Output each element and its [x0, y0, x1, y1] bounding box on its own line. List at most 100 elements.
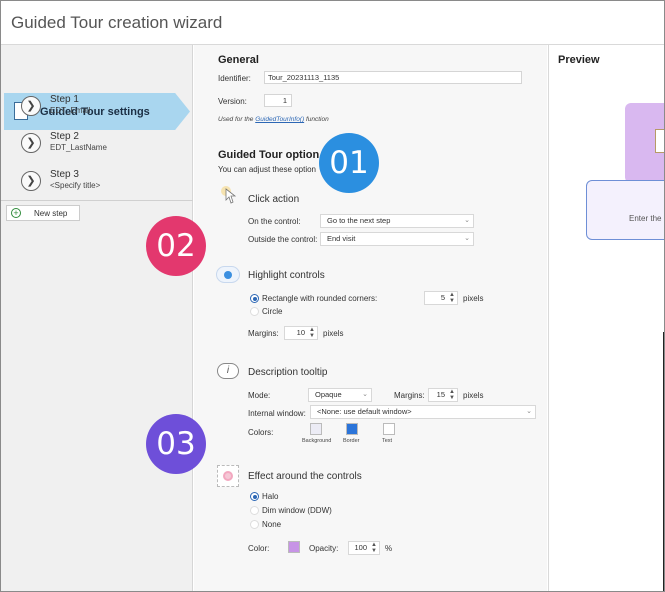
chevron-down-icon: ⌄ [464, 217, 470, 224]
chevron-down-icon: ⌄ [526, 408, 532, 415]
sidebar-item-step-3[interactable]: ❯ Step 3 <Specify title> [21, 167, 191, 197]
badge-02: 02 [146, 216, 206, 276]
tooltip-mode-value: Opaque [315, 390, 342, 399]
settings-panel: General Identifier: Tour_20231113_1135 V… [194, 45, 547, 591]
preview-tooltip-text: Enter the [629, 214, 662, 223]
halo-radio[interactable] [250, 492, 259, 501]
outside-control-label: Outside the control: [248, 235, 318, 244]
highlight-margins-spinner[interactable]: 10 ▲ ▼ [284, 326, 318, 340]
identifier-label: Identifier: [218, 74, 251, 83]
step-subtitle: <Specify title> [50, 181, 101, 190]
opacity-label: Opacity: [309, 544, 339, 553]
corner-radius-unit: pixels [463, 294, 484, 303]
tooltip-margins-value: 15 [436, 390, 445, 399]
sidebar-item-step-1[interactable]: ❯ Step 1 EDT_Email [21, 92, 191, 122]
title-bar: Guided Tour creation wizard [1, 1, 664, 45]
circle-radio[interactable] [250, 307, 259, 316]
background-swatch-label: Background [302, 438, 332, 444]
background-color-swatch[interactable] [310, 423, 322, 435]
corner-radius-value: 5 [440, 293, 445, 302]
spinner-arrows-icon: ▲ ▼ [449, 292, 455, 304]
spinner-arrows-icon: ▲ ▼ [371, 542, 377, 554]
opacity-spinner[interactable]: 100 ▲ ▼ [348, 541, 380, 555]
identifier-input[interactable]: Tour_20231113_1135 [264, 71, 522, 84]
highlight-icon [216, 266, 240, 283]
tooltip-margins-spinner[interactable]: 15 ▲ ▼ [428, 388, 458, 402]
preview-heading: Preview [558, 54, 600, 66]
highlight-margins-unit: pixels [323, 329, 344, 338]
version-input[interactable]: 1 [264, 94, 292, 107]
effect-color-swatch[interactable] [288, 541, 300, 553]
text-color-swatch[interactable] [383, 423, 395, 435]
highlight-margins-value: 10 [296, 328, 305, 337]
on-control-value: Go to the next step [327, 216, 391, 225]
border-color-swatch[interactable] [346, 423, 358, 435]
sidebar: Guided Tour settings ❯ Step 1 EDT_Email … [1, 45, 193, 591]
tooltip-mode-label: Mode: [248, 391, 271, 400]
step-title: Step 1 [50, 94, 79, 105]
text-swatch-label: Text [382, 438, 393, 444]
usage-note: Used for the GuidedTourInfo() function [218, 116, 329, 123]
rectangle-radio[interactable] [250, 294, 259, 303]
highlight-margins-label: Margins: [248, 329, 279, 338]
sidebar-item-step-2[interactable]: ❯ Step 2 EDT_LastName [21, 129, 191, 159]
divider [1, 200, 193, 201]
effect-title: Effect around the controls [248, 471, 362, 482]
new-step-button[interactable]: + New step [6, 205, 80, 221]
preview-tooltip: Enter the [586, 180, 664, 240]
chevron-right-icon: ❯ [21, 171, 41, 191]
step-title: Step 2 [50, 131, 79, 142]
preview-panel: Preview Enter the [548, 45, 664, 591]
usage-note-suffix: function [305, 116, 329, 123]
chevron-down-icon: ⌄ [362, 391, 368, 398]
on-control-dropdown[interactable]: Go to the next step ⌄ [320, 214, 474, 228]
tooltip-margins-unit: pixels [463, 391, 484, 400]
outside-control-value: End visit [327, 234, 356, 243]
tooltip-title: Description tooltip [248, 367, 328, 378]
on-control-label: On the control: [248, 217, 301, 226]
outside-control-dropdown[interactable]: End visit ⌄ [320, 232, 474, 246]
window-title: Guided Tour creation wizard [11, 13, 223, 32]
tooltip-mode-dropdown[interactable]: Opaque ⌄ [308, 388, 372, 402]
opacity-unit: % [385, 544, 393, 553]
tooltip-colors-label: Colors: [248, 428, 274, 437]
corner-radius-spinner[interactable]: 5 ▲ ▼ [424, 291, 458, 305]
wizard-window: Guided Tour creation wizard Guided Tour … [0, 0, 665, 592]
none-label: None [262, 520, 282, 529]
opacity-value: 100 [354, 543, 367, 552]
spinner-arrows-icon: ▲ ▼ [309, 327, 315, 339]
step-subtitle: EDT_LastName [50, 143, 107, 152]
new-step-label: New step [34, 209, 68, 218]
internal-window-value: <None: use default window> [317, 407, 412, 416]
step-title: Step 3 [50, 169, 79, 180]
chevron-right-icon: ❯ [21, 96, 41, 116]
dim-window-label: Dim window (DDW) [262, 506, 332, 515]
badge-03: 03 [146, 414, 206, 474]
effect-color-label: Color: [248, 544, 270, 553]
none-radio[interactable] [250, 520, 259, 529]
dim-window-radio[interactable] [250, 506, 259, 515]
preview-control [655, 129, 664, 153]
options-subtitle: You can adjust these option [218, 165, 317, 174]
spinner-arrows-icon: ▲ ▼ [449, 389, 455, 401]
usage-note-prefix: Used for the [218, 116, 254, 123]
step-subtitle: EDT_Email [50, 106, 91, 115]
highlight-title: Highlight controls [248, 270, 325, 281]
rectangle-label: Rectangle with rounded corners: [262, 294, 378, 303]
halo-label: Halo [262, 492, 279, 501]
chevron-down-icon: ⌄ [464, 235, 470, 242]
click-action-icon [219, 185, 237, 207]
version-label: Version: [218, 97, 247, 106]
internal-window-label: Internal window: [248, 409, 306, 418]
internal-window-dropdown[interactable]: <None: use default window> ⌄ [310, 405, 536, 419]
plus-icon: + [11, 208, 21, 218]
general-heading: General [218, 54, 259, 66]
chevron-right-icon: ❯ [21, 133, 41, 153]
options-heading: Guided Tour option [218, 149, 320, 161]
click-action-title: Click action [248, 194, 300, 205]
guidedtourinfo-link[interactable]: GuidedTourInfo() [255, 116, 304, 123]
border-swatch-label: Border [343, 438, 360, 444]
preview-halo [625, 103, 664, 183]
tooltip-margins-label: Margins: [394, 391, 425, 400]
info-icon: i [217, 363, 239, 379]
